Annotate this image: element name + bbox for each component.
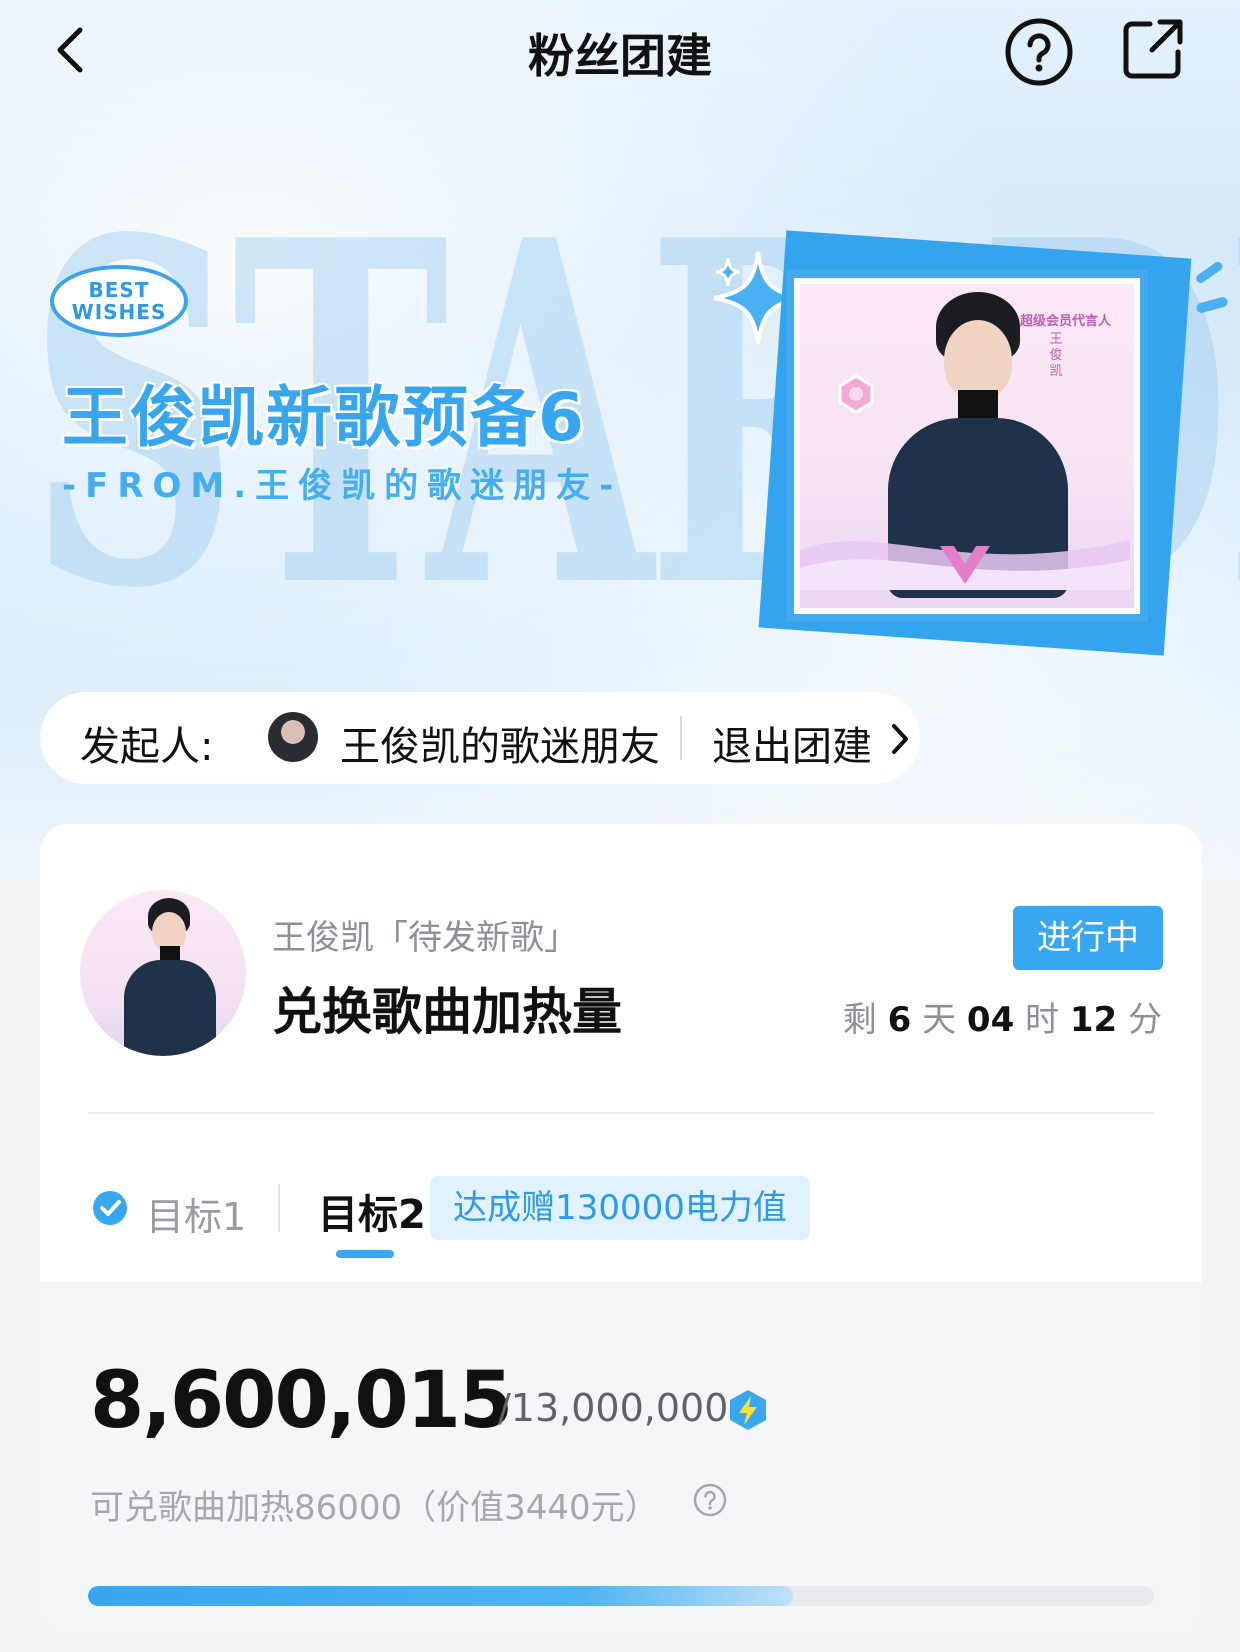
card-divider [88, 1112, 1154, 1114]
badge-line2: WISHES [71, 300, 167, 324]
active-tab-indicator [336, 1250, 394, 1258]
gem-icon [838, 374, 874, 414]
task-avatar-photo [120, 898, 220, 1056]
decorative-dash-icon [1196, 262, 1228, 313]
countdown-days: 6 [887, 1000, 912, 1040]
organizer-divider [680, 716, 682, 760]
progress-bar-fill [88, 1586, 794, 1606]
progress-target: /13,000,000 [498, 1386, 729, 1430]
tab-goal-2[interactable]: 目标2 [318, 1182, 426, 1240]
external-share-icon[interactable] [1120, 16, 1186, 82]
task-title: 兑换歌曲加热量 [272, 983, 622, 1041]
best-wishes-badge: BEST WISHES [50, 265, 188, 337]
goal-separator [278, 1184, 280, 1232]
chevron-right-icon[interactable] [888, 722, 912, 756]
status-badge: 进行中 [1013, 906, 1163, 970]
poster-frame: 超级会员代言人 王俊凯 [786, 270, 1148, 622]
progress-note: 可兑歌曲加热86000（价值3440元） [90, 1488, 659, 1528]
question-circle-icon[interactable] [1003, 16, 1075, 88]
reward-badge: 达成赠130000电力值 [430, 1176, 810, 1240]
progress-current: 8,600,015 [90, 1356, 513, 1446]
task-avatar [80, 890, 246, 1056]
organizer-label: 发起人: [80, 724, 214, 770]
goal-1-label: 目标1 [146, 1195, 247, 1239]
organizer-name[interactable]: 王俊凯的歌迷朋友 [340, 714, 660, 772]
campaign-title: 王俊凯新歌预备6 [62, 379, 586, 456]
countdown-hours-unit: 时 [1025, 1000, 1060, 1040]
question-circle-icon[interactable] [692, 1482, 728, 1518]
countdown-minutes: 12 [1069, 1000, 1118, 1040]
countdown-prefix: 剩 [842, 1000, 877, 1040]
lightning-icon [730, 1390, 766, 1430]
countdown-days-unit: 天 [922, 1000, 957, 1040]
check-circle-icon [93, 1191, 127, 1225]
progress-bar [88, 1586, 1154, 1606]
organizer-bar: 发起人: 王俊凯的歌迷朋友 退出团建 [40, 692, 920, 784]
top-bar: 粉丝团建 [0, 0, 1240, 100]
progress-section: 8,600,015 /13,000,000 可兑歌曲加热86000（价值3440… [40, 1282, 1202, 1636]
countdown-minutes-unit: 分 [1128, 1000, 1162, 1040]
campaign-from: -FROM.王俊凯的歌迷朋友- [62, 466, 623, 506]
task-card: 王俊凯「待发新歌」 兑换歌曲加热量 进行中 剩 6 天 04 时 12 分 目标… [40, 824, 1202, 1636]
poster-image: 超级会员代言人 王俊凯 [800, 284, 1134, 608]
badge-line1: BEST [88, 278, 150, 302]
countdown-timer: 剩 6 天 04 时 12 分 [843, 992, 1162, 1041]
countdown-hours: 04 [966, 1000, 1015, 1040]
exit-group-button[interactable]: 退出团建 [712, 714, 872, 772]
organizer-avatar[interactable] [268, 712, 318, 762]
poster-wave-decoration [800, 540, 1130, 590]
task-subtitle: 王俊凯「待发新歌」 [272, 918, 578, 958]
